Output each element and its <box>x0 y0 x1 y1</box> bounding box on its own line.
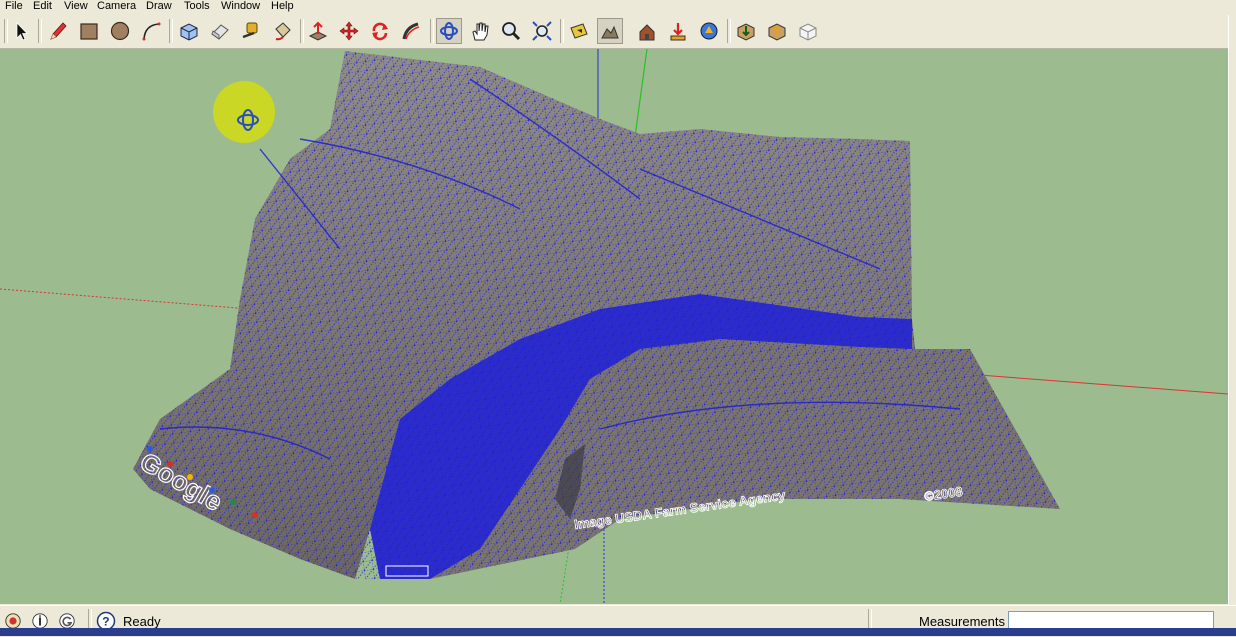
toggle-terrain-button[interactable] <box>597 18 623 44</box>
paint-bucket-button[interactable] <box>269 18 295 44</box>
pencil-tool-button[interactable] <box>45 18 71 44</box>
toolbar-separator <box>430 19 434 43</box>
get-models-3d-icon <box>737 23 755 41</box>
eraser-tool-button[interactable] <box>207 18 233 44</box>
menu-camera[interactable]: Camera <box>96 0 137 13</box>
zoom-icon <box>502 22 521 41</box>
menu-file[interactable]: File <box>4 0 24 13</box>
menu-window[interactable]: Window <box>220 0 261 13</box>
svg-text:?: ? <box>102 615 109 629</box>
rotate-tool-button[interactable] <box>367 18 393 44</box>
terrain-scene[interactable]: Google Image USDA Farm Service Agency ©2… <box>0 49 1228 604</box>
menu-edit[interactable]: Edit <box>32 0 53 13</box>
toolbar-separator <box>727 19 731 43</box>
circle-icon <box>110 21 130 41</box>
share-component-icon <box>768 23 786 41</box>
green-axis <box>633 49 648 145</box>
pencil-icon <box>50 22 67 40</box>
warehouse-icon <box>799 23 817 41</box>
select-tool-button[interactable] <box>8 18 34 44</box>
measurements-label: Measurements <box>919 614 1005 629</box>
right-edge-bar <box>1228 15 1236 605</box>
get-current-view-button[interactable] <box>566 18 592 44</box>
push-pull-button[interactable] <box>305 18 331 44</box>
make-component-button[interactable] <box>176 18 202 44</box>
move-icon <box>339 21 359 41</box>
tape-measure-button[interactable] <box>238 18 264 44</box>
toolbar-separator <box>169 19 173 43</box>
make-component-icon <box>180 23 198 41</box>
pan-tool-button[interactable] <box>467 18 493 44</box>
share-model-icon <box>700 22 718 40</box>
arc-tool-button[interactable] <box>138 18 164 44</box>
toolbar-separator <box>38 19 42 43</box>
menu-bar: File Edit View Camera Draw Tools Window … <box>0 0 1236 15</box>
share-component-button[interactable] <box>764 18 790 44</box>
place-model-icon <box>639 24 655 41</box>
arc-icon <box>142 22 161 41</box>
menu-help[interactable]: Help <box>270 0 295 13</box>
eraser-icon <box>211 24 229 40</box>
menu-tools[interactable]: Tools <box>183 0 211 13</box>
paint-bucket-icon <box>275 22 291 41</box>
rotate-icon <box>372 22 388 41</box>
main-toolbar <box>0 15 1236 49</box>
tape-measure-icon <box>242 22 258 39</box>
follow-me-icon <box>402 22 420 40</box>
zoom-extents-button[interactable] <box>529 18 555 44</box>
select-icon <box>16 22 28 41</box>
window-bottom-edge <box>0 628 1236 636</box>
toggle-terrain-icon <box>601 25 619 39</box>
move-tool-button[interactable] <box>336 18 362 44</box>
circle-tool-button[interactable] <box>107 18 133 44</box>
wireframe-overlay <box>133 51 1060 579</box>
orbit-cursor-icon <box>213 81 275 143</box>
share-model-button[interactable] <box>696 18 722 44</box>
orbit-icon <box>440 22 458 40</box>
get-models-3d-button[interactable] <box>733 18 759 44</box>
menu-view[interactable]: View <box>63 0 89 13</box>
pan-icon <box>472 22 489 41</box>
get-models-button[interactable] <box>665 18 691 44</box>
terrain-mesh[interactable] <box>133 51 1060 579</box>
zoom-tool-button[interactable] <box>498 18 524 44</box>
toolbar-separator <box>300 19 304 43</box>
get-models-icon <box>670 23 686 41</box>
zoom-extents-icon <box>532 21 552 41</box>
place-model-button[interactable] <box>634 18 660 44</box>
get-current-view-icon <box>570 23 588 39</box>
warehouse-button[interactable] <box>795 18 821 44</box>
push-pull-icon <box>308 21 328 41</box>
status-text: Ready <box>123 614 161 629</box>
toolbar-separator <box>560 19 564 43</box>
rectangle-icon <box>80 23 98 40</box>
orbit-tool-button[interactable] <box>436 18 462 44</box>
rectangle-tool-button[interactable] <box>76 18 102 44</box>
follow-me-button[interactable] <box>398 18 424 44</box>
menu-draw[interactable]: Draw <box>145 0 173 13</box>
3d-viewport[interactable]: Google Image USDA Farm Service Agency ©2… <box>0 49 1228 604</box>
